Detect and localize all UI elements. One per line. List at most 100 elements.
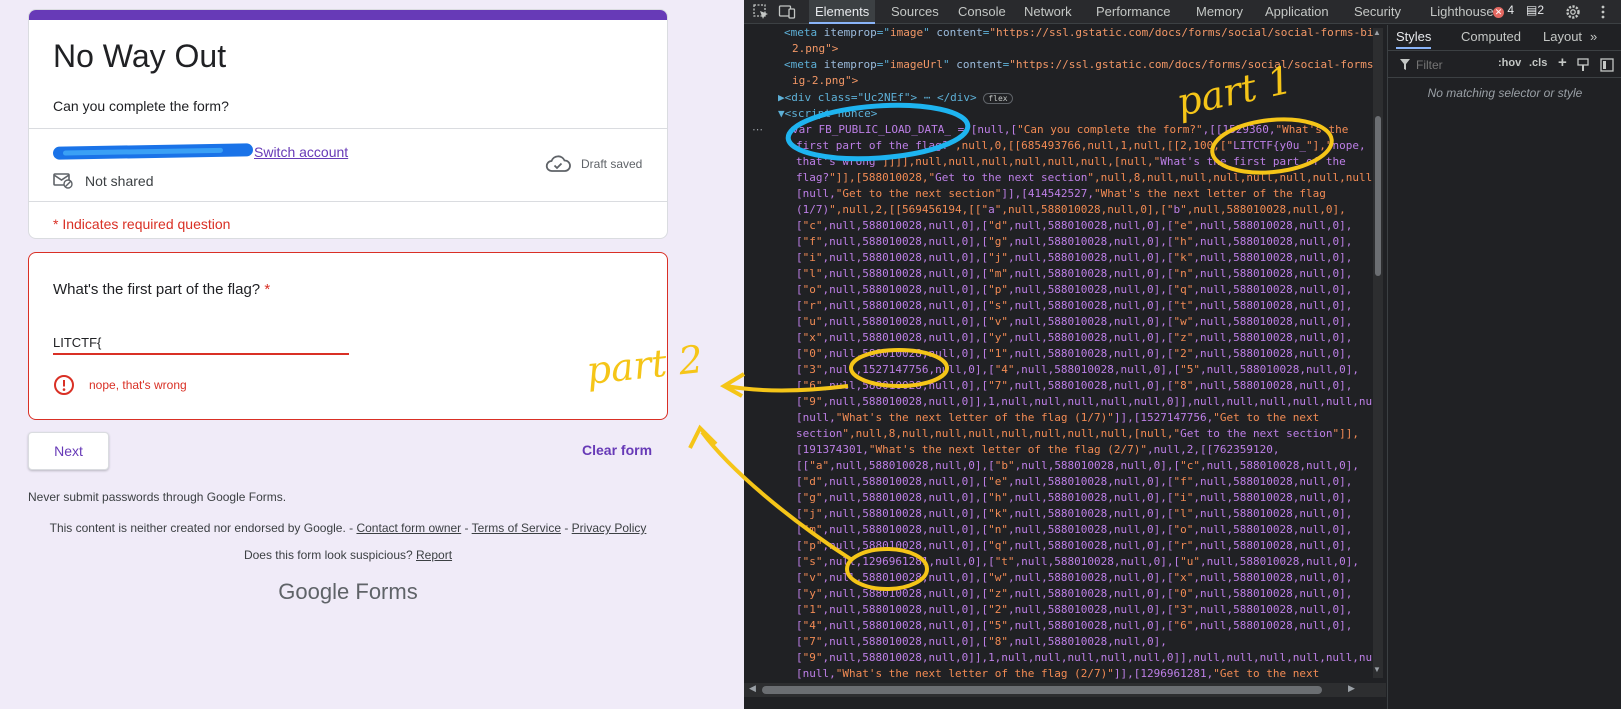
js-source-line: [null,"What's the next letter of the fla…: [796, 667, 1320, 680]
code-eq: =": [876, 26, 890, 39]
no-matching-style-message: No matching selector or style: [1427, 86, 1583, 100]
tab-elements[interactable]: Elements: [809, 0, 876, 24]
device-toolbar-icon[interactable]: [778, 3, 796, 21]
not-shared-mail-icon: [53, 173, 73, 189]
horizontal-scrollbar[interactable]: ◀ ▶: [744, 683, 1386, 697]
code-val: imageUrl: [889, 58, 943, 71]
js-source-line: ["3",null,1527147756,null,0],["4",null,5…: [796, 363, 1359, 376]
code-tag: <meta: [784, 26, 824, 39]
footer-sep-2: -: [561, 521, 572, 535]
js-source-line: ["v",null,588010028,null,0],["w",null,58…: [796, 571, 1353, 584]
message-count-badge[interactable]: ▤2: [1526, 3, 1544, 17]
js-source-line: ["g",null,588010028,null,0],["h",null,58…: [796, 491, 1353, 504]
js-source-line: ["u",null,588010028,null,0],["v",null,58…: [796, 315, 1353, 328]
tab-memory[interactable]: Memory: [1190, 0, 1249, 24]
meta-imageurl-line-cont: ig-2.png">: [792, 74, 859, 87]
vertical-scrollbar[interactable]: ▲ ▼: [1373, 28, 1383, 678]
flex-badge[interactable]: flex: [983, 93, 1013, 104]
tab-sources[interactable]: Sources: [885, 0, 945, 24]
code-url: "https://ssl.gstatic.com/docs/forms/soci…: [1009, 58, 1374, 71]
paint-brush-icon[interactable]: [1576, 58, 1590, 72]
contact-owner-link[interactable]: Contact form owner: [356, 521, 461, 535]
js-source-line: first part of the flag?",null,0,[[685493…: [796, 139, 1366, 152]
tab-computed[interactable]: Computed: [1461, 29, 1521, 44]
tab-application[interactable]: Application: [1259, 0, 1335, 24]
question-text: What's the first part of the flag?: [53, 281, 261, 298]
error-dot-icon: ✕: [1493, 7, 1504, 18]
tab-performance[interactable]: Performance: [1090, 0, 1176, 24]
error-count-badge[interactable]: ✕ 4: [1493, 3, 1514, 18]
script-node-line[interactable]: ▼<script nonce>: [778, 106, 877, 122]
js-source-line: [["a",null,588010028,null,0],["b",null,5…: [796, 459, 1359, 472]
tab-security[interactable]: Security: [1348, 0, 1407, 24]
horizontal-scroll-thumb[interactable]: [762, 686, 1322, 694]
js-source-line: ["0",null,588010028,null,0],["1",null,58…: [796, 347, 1353, 360]
elements-dom-tree[interactable]: <meta itemprop="image" content="https://…: [744, 25, 1386, 697]
scroll-right-arrow-icon[interactable]: ▶: [1348, 683, 1355, 694]
code-sep: ": [923, 26, 937, 39]
js-source-line: ["r",null,588010028,null,0],["s",null,58…: [796, 299, 1353, 312]
inspect-element-icon[interactable]: [752, 3, 770, 21]
tab-network[interactable]: Network: [1018, 0, 1078, 24]
div-node-line[interactable]: ▶<div class="Uc2NEf"> ⋯ </div> flex: [778, 90, 1013, 107]
google-logo-word: Google: [278, 579, 350, 604]
scroll-left-arrow-icon[interactable]: ◀: [749, 683, 756, 694]
terms-link[interactable]: Terms of Service: [472, 521, 561, 535]
scroll-up-arrow-icon[interactable]: ▲: [1373, 28, 1381, 37]
tab-console[interactable]: Console: [952, 0, 1012, 24]
suspicious-line: Does this form look suspicious? Report: [28, 548, 668, 562]
js-source-line: ["7",null,588010028,null,0],["8",null,58…: [796, 635, 1167, 648]
js-source-line: ["o",null,588010028,null,0],["p",null,58…: [796, 283, 1353, 296]
new-style-rule-button[interactable]: +: [1558, 54, 1567, 71]
js-source-line: ["d",null,588010028,null,0],["e",null,58…: [796, 475, 1353, 488]
js-source-line: section",null,8,null,null,null,null,null…: [796, 427, 1359, 440]
next-button[interactable]: Next: [28, 432, 109, 470]
styles-filter-input[interactable]: [1416, 56, 1476, 74]
js-source-line: ["s",null,1296961281,null,0],["t",null,5…: [796, 555, 1359, 568]
code-attr: content: [956, 58, 1003, 71]
code-eq: =": [876, 58, 890, 71]
more-options-icon[interactable]: [1598, 3, 1608, 21]
devtools-toolbar: Elements Sources Console Network Perform…: [744, 0, 1621, 24]
js-source-line: [191374301,"What's the next letter of th…: [796, 443, 1280, 456]
code-tag: <meta: [784, 58, 824, 71]
question-label: What's the first part of the flag? *: [53, 281, 270, 298]
code-val: image: [889, 26, 924, 39]
google-forms-logo[interactable]: Google Forms: [28, 579, 668, 605]
styles-tabs: Styles Computed Layout »: [1388, 25, 1621, 51]
privacy-link[interactable]: Privacy Policy: [572, 521, 647, 535]
scroll-down-arrow-icon[interactable]: ▼: [1373, 665, 1381, 674]
question-card: What's the first part of the flag? * nop…: [28, 252, 668, 420]
tab-lighthouse[interactable]: Lighthouse: [1424, 0, 1500, 24]
tab-layout[interactable]: Layout: [1543, 29, 1582, 44]
clear-form-button[interactable]: Clear form: [582, 442, 652, 458]
js-source-line: ["j",null,588010028,null,0],["k",null,58…: [796, 507, 1353, 520]
js-source-line: ["1",null,588010028,null,0],["2",null,58…: [796, 603, 1353, 616]
styles-filter-row: :hov .cls +: [1388, 52, 1621, 78]
styles-sidebar: Styles Computed Layout » :hov .cls + No …: [1387, 25, 1621, 709]
devtools-panel: Elements Sources Console Network Perform…: [744, 0, 1621, 709]
class-toggle[interactable]: .cls: [1529, 57, 1547, 69]
flag-answer-input[interactable]: [53, 331, 349, 355]
hover-state-toggle[interactable]: :hov: [1498, 57, 1521, 69]
meta-image-line[interactable]: <meta itemprop="image" content="https://…: [784, 25, 1373, 41]
report-link[interactable]: Report: [416, 548, 452, 562]
not-shared-label: Not shared: [85, 173, 154, 189]
forms-logo-word: Forms: [355, 579, 418, 604]
validation-error-message: nope, that's wrong: [89, 378, 187, 392]
tab-styles[interactable]: Styles: [1396, 29, 1432, 49]
vertical-scroll-thumb[interactable]: [1375, 116, 1381, 276]
switch-account-link[interactable]: Switch account: [254, 144, 348, 160]
footer-notice: This content is neither created nor endo…: [49, 521, 357, 535]
required-question-note: * Indicates required question: [53, 216, 231, 232]
footer-sep-1: -: [461, 521, 472, 535]
cloud-saved-icon: [545, 155, 571, 172]
error-icon: [54, 375, 74, 395]
gear-icon[interactable]: [1564, 3, 1582, 21]
ellipsis-gutter[interactable]: ⋯: [752, 123, 763, 136]
draft-saved-status: Draft saved: [581, 157, 643, 171]
redacted-email-scribble: [52, 143, 254, 160]
toggle-sidebar-icon[interactable]: [1600, 58, 1614, 72]
more-tabs-chevron[interactable]: »: [1590, 29, 1597, 44]
meta-imageurl-line[interactable]: <meta itemprop="imageUrl" content="https…: [784, 57, 1373, 73]
